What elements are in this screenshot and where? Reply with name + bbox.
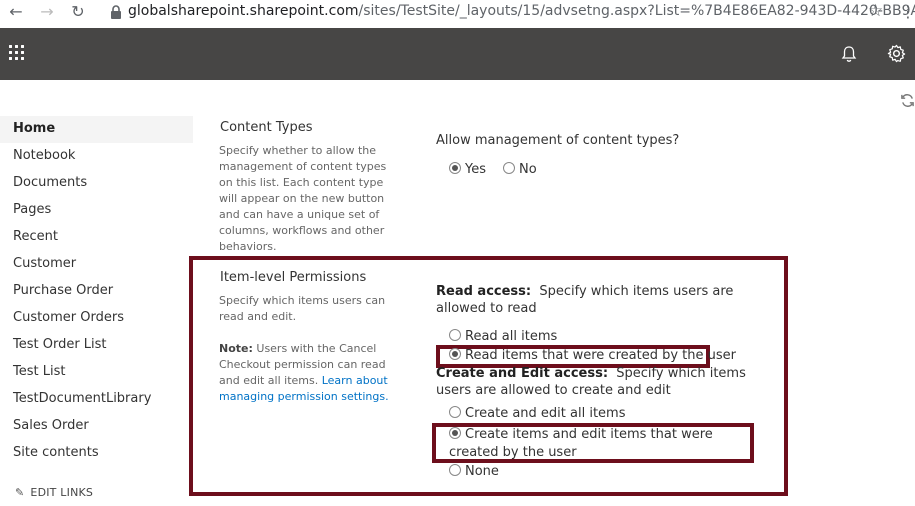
- edit-none-option[interactable]: None: [449, 464, 499, 479]
- note-label: Note:: [219, 342, 253, 355]
- nav-item-test-document-library[interactable]: TestDocumentLibrary: [0, 386, 193, 413]
- nav-item-pages[interactable]: Pages: [0, 197, 193, 224]
- content-types-no-option[interactable]: No: [503, 162, 537, 177]
- sync-icon[interactable]: [900, 93, 915, 108]
- content-types-yes-label: Yes: [465, 162, 486, 177]
- nav-item-site-contents[interactable]: Site contents: [0, 440, 193, 467]
- edit-all-label: Create and edit all items: [465, 406, 626, 421]
- content-types-title: Content Types: [220, 120, 313, 135]
- content-types-question: Allow management of content types?: [436, 133, 680, 148]
- radio-edit-none[interactable]: [449, 464, 461, 476]
- edit-all-option[interactable]: Create and edit all items: [449, 406, 625, 421]
- nav-item-recent[interactable]: Recent: [0, 224, 193, 251]
- read-own-option[interactable]: Read items that were created by the user: [449, 348, 736, 363]
- nav-item-documents[interactable]: Documents: [0, 170, 193, 197]
- reload-icon[interactable]: ↻: [68, 2, 88, 22]
- forward-arrow-icon[interactable]: →: [37, 2, 57, 22]
- url-domain: globalsharepoint.sharepoint.com: [128, 3, 359, 19]
- nav-item-home[interactable]: Home: [0, 116, 193, 143]
- nav-item-customer[interactable]: Customer: [0, 251, 193, 278]
- browser-toolbar: ← → ↻ globalsharepoint.sharepoint.com/si…: [0, 0, 915, 28]
- settings-gear-icon[interactable]: [887, 44, 906, 63]
- nav-item-test-list[interactable]: Test List: [0, 359, 193, 386]
- radio-read-all[interactable]: [449, 329, 461, 341]
- address-bar[interactable]: globalsharepoint.sharepoint.com/sites/Te…: [128, 3, 915, 19]
- nav-item-notebook[interactable]: Notebook: [0, 143, 193, 170]
- item-permissions-description: Specify which items users can read and e…: [219, 294, 386, 323]
- edit-none-label: None: [465, 464, 499, 479]
- nav-item-customer-orders[interactable]: Customer Orders: [0, 305, 193, 332]
- edit-links-label: EDIT LINKS: [30, 486, 94, 499]
- radio-edit-own[interactable]: [449, 427, 461, 439]
- notification-bell-icon[interactable]: [841, 45, 857, 63]
- edit-access-label: Create and Edit access:: [436, 366, 609, 381]
- lock-icon: [110, 5, 124, 19]
- edit-access-header: Create and Edit access: Specify which it…: [436, 365, 761, 399]
- nav-item-purchase-order[interactable]: Purchase Order: [0, 278, 193, 305]
- bookmark-star-icon[interactable]: ☆: [868, 1, 883, 21]
- read-all-option[interactable]: Read all items: [449, 329, 557, 344]
- nav-item-sales-order[interactable]: Sales Order: [0, 413, 193, 440]
- nav-item-test-order-list[interactable]: Test Order List: [0, 332, 193, 359]
- app-launcher-icon[interactable]: [8, 44, 26, 62]
- read-access-header: Read access: Specify which items users a…: [436, 283, 761, 317]
- left-navigation: Home Notebook Documents Pages Recent Cus…: [0, 116, 193, 467]
- back-arrow-icon[interactable]: ←: [6, 2, 26, 22]
- read-all-label: Read all items: [465, 329, 558, 344]
- radio-read-own[interactable]: [449, 348, 461, 360]
- item-permissions-note: Note: Users with the Cancel Checkout per…: [219, 341, 389, 405]
- browser-menu-icon[interactable]: ⋮: [900, 2, 915, 21]
- edit-links-button[interactable]: ✎ EDIT LINKS: [15, 486, 93, 499]
- content-types-description: Specify whether to allow the management …: [219, 144, 387, 253]
- radio-yes[interactable]: [449, 162, 461, 174]
- item-permissions-title: Item-level Permissions: [220, 270, 367, 285]
- read-access-label: Read access:: [436, 284, 532, 299]
- radio-edit-all[interactable]: [449, 406, 461, 418]
- read-own-label: Read items that were created by the user: [465, 348, 736, 363]
- content-types-yes-option[interactable]: Yes: [449, 162, 486, 177]
- edit-own-option[interactable]: Create items and edit items that were cr…: [445, 426, 750, 462]
- radio-no[interactable]: [503, 162, 515, 174]
- content-types-no-label: No: [519, 162, 537, 177]
- pencil-icon: ✎: [15, 486, 25, 499]
- edit-own-label: Create items and edit items that were cr…: [449, 427, 713, 460]
- url-path: /sites/TestSite/_layouts/15/advsetng.asp…: [358, 3, 915, 19]
- suite-bar: [0, 28, 915, 80]
